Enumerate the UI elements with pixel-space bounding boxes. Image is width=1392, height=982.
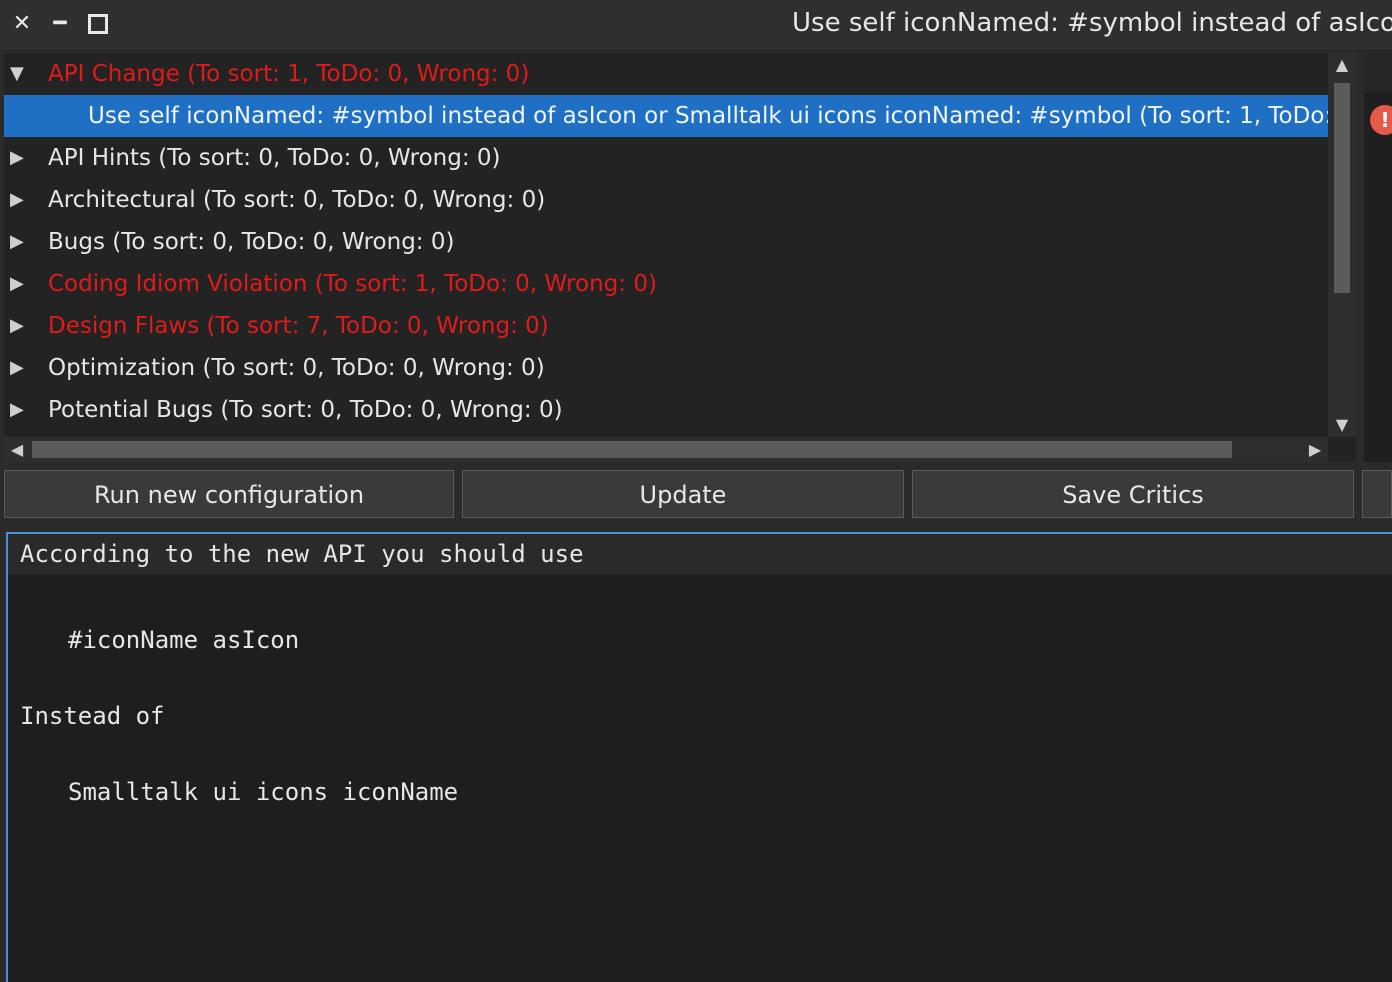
close-icon[interactable]: ✕ <box>10 12 34 36</box>
tree-row-design-flaws[interactable]: ▶ Design Flaws (To sort: 7, ToDo: 0, Wro… <box>4 305 1328 347</box>
tree-row-label: Use self iconNamed: #symbol instead of a… <box>88 103 1328 129</box>
tree-row-api-change[interactable]: ▼ API Change (To sort: 1, ToDo: 0, Wrong… <box>4 53 1328 95</box>
expand-arrow-icon[interactable]: ▼ <box>10 53 24 95</box>
horizontal-scroll-thumb[interactable] <box>32 441 1232 458</box>
tree-row-label: Bugs (To sort: 0, ToDo: 0, Wrong: 0) <box>48 229 455 255</box>
scroll-down-icon[interactable]: ▼ <box>1328 413 1356 437</box>
run-new-configuration-button[interactable]: Run new configuration <box>4 470 454 518</box>
window-title: Use self iconNamed: #symbol instead of a… <box>792 8 1392 38</box>
title-bar: ✕ ━ Use self iconNamed: #symbol instead … <box>0 0 1392 51</box>
collapse-arrow-icon[interactable]: ▶ <box>10 305 24 347</box>
save-critics-button[interactable]: Save Critics <box>912 470 1354 518</box>
vertical-scrollbar[interactable]: ▲ ▼ <box>1328 53 1356 437</box>
scroll-right-icon[interactable]: ▶ <box>1302 437 1328 462</box>
tree-row-label: Design Flaws (To sort: 7, ToDo: 0, Wrong… <box>48 313 549 339</box>
collapse-arrow-icon[interactable]: ▶ <box>10 347 24 389</box>
tree-row-selected-rule[interactable]: Use self iconNamed: #symbol instead of a… <box>4 95 1328 137</box>
tree-row-label: Potential Bugs (To sort: 0, ToDo: 0, Wro… <box>48 397 563 423</box>
tree-row-label: Architectural (To sort: 0, ToDo: 0, Wron… <box>48 187 546 213</box>
description-line: According to the new API you should use <box>20 540 584 568</box>
collapse-arrow-icon[interactable]: ▶ <box>10 263 24 305</box>
horizontal-scrollbar[interactable]: ◀ ▶ <box>4 437 1328 462</box>
tree-row-label: Coding Idiom Violation (To sort: 1, ToDo… <box>48 271 657 297</box>
side-panel-header <box>1364 53 1392 93</box>
maximize-icon[interactable] <box>86 12 110 36</box>
tree-row-architectural[interactable]: ▶ Architectural (To sort: 0, ToDo: 0, Wr… <box>4 179 1328 221</box>
scroll-up-icon[interactable]: ▲ <box>1328 53 1356 77</box>
tree-row-potential-bugs[interactable]: ▶ Potential Bugs (To sort: 0, ToDo: 0, W… <box>4 389 1328 431</box>
tree-row-label: API Change (To sort: 1, ToDo: 0, Wrong: … <box>48 61 530 87</box>
collapse-arrow-icon[interactable]: ▶ <box>10 179 24 221</box>
error-icon: ! <box>1370 105 1392 135</box>
action-toolbar: Run new configuration Update Save Critic… <box>0 470 1392 522</box>
tree-row-label: API Hints (To sort: 0, ToDo: 0, Wrong: 0… <box>48 145 501 171</box>
extra-toolbar-button[interactable] <box>1362 470 1392 518</box>
tree-row-bugs[interactable]: ▶ Bugs (To sort: 0, ToDo: 0, Wrong: 0) <box>4 221 1328 263</box>
collapse-arrow-icon[interactable]: ▶ <box>10 221 24 263</box>
rule-description-pane[interactable]: According to the new API you should use … <box>6 532 1392 982</box>
side-panel: ! <box>1364 53 1392 462</box>
update-button[interactable]: Update <box>462 470 904 518</box>
collapse-arrow-icon[interactable]: ▶ <box>10 137 24 179</box>
description-line-highlight: According to the new API you should use <box>8 534 1392 574</box>
description-line: Instead of <box>20 702 165 730</box>
description-line: Smalltalk ui icons iconName <box>68 778 459 806</box>
vertical-scroll-thumb[interactable] <box>1334 83 1350 293</box>
description-line: #iconName asIcon <box>68 626 300 654</box>
collapse-arrow-icon[interactable]: ▶ <box>10 389 24 431</box>
tree-row-optimization[interactable]: ▶ Optimization (To sort: 0, ToDo: 0, Wro… <box>4 347 1328 389</box>
scroll-left-icon[interactable]: ◀ <box>4 437 30 462</box>
tree-row-label: Optimization (To sort: 0, ToDo: 0, Wrong… <box>48 355 545 381</box>
tree-row-api-hints[interactable]: ▶ API Hints (To sort: 0, ToDo: 0, Wrong:… <box>4 137 1328 179</box>
critics-tree[interactable]: ▼ API Change (To sort: 1, ToDo: 0, Wrong… <box>4 53 1356 462</box>
minimize-icon[interactable]: ━ <box>48 12 72 36</box>
tree-row-coding-idiom-violation[interactable]: ▶ Coding Idiom Violation (To sort: 1, To… <box>4 263 1328 305</box>
